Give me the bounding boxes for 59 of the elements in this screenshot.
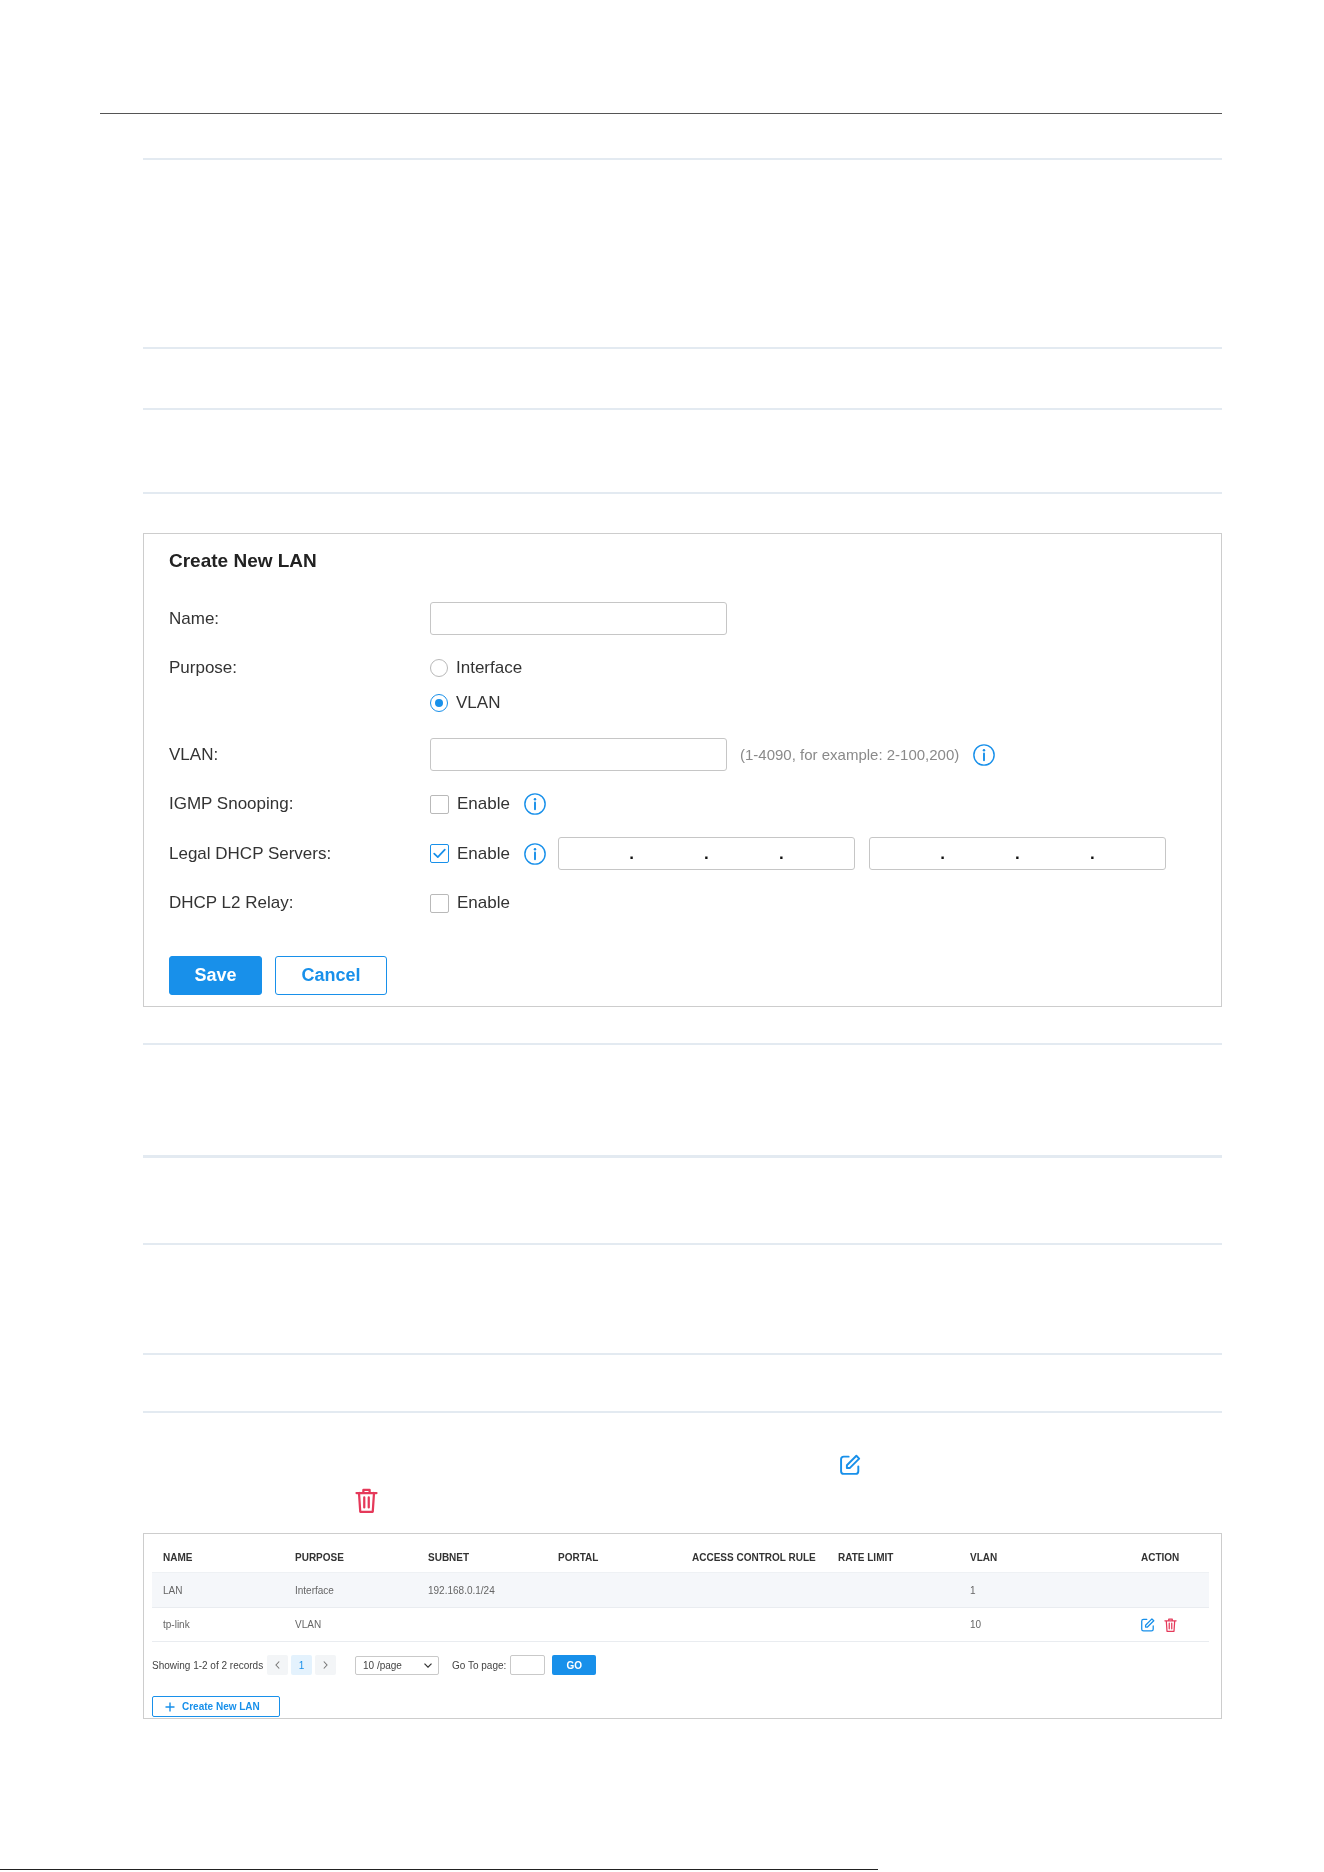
page-button[interactable]: 1 — [291, 1655, 312, 1675]
table-cell: 192.168.0.1/24 — [428, 1584, 495, 1596]
field-label: VLAN: — [169, 745, 219, 764]
checkbox-label: Enable — [457, 793, 510, 815]
field-label: Purpose: — [169, 658, 238, 677]
chevron-left-icon — [275, 1661, 280, 1669]
form-title: Create New LAN — [169, 549, 317, 573]
column-header: ACTION — [1141, 1552, 1180, 1563]
field-label: Legal DHCP Servers: — [169, 843, 332, 863]
goto-label: Go To page: — [452, 1659, 507, 1671]
checkbox-label: Enable — [457, 892, 510, 914]
info-icon[interactable] — [973, 743, 996, 766]
radio-button[interactable] — [430, 659, 448, 677]
plus-icon — [165, 1701, 175, 1712]
column-header: VLAN — [970, 1552, 998, 1563]
chevron-right-icon — [323, 1661, 328, 1669]
info-icon[interactable] — [523, 793, 546, 815]
radio-label: VLAN — [456, 692, 501, 714]
cancel-button[interactable]: Cancel — [275, 956, 387, 995]
table-cell: VLAN — [295, 1619, 322, 1630]
ip-address-field[interactable]: . . . — [557, 837, 855, 870]
ip-address-field[interactable]: . . . — [868, 837, 1166, 870]
table-cell: 10 — [970, 1619, 982, 1630]
column-header: NAME — [163, 1552, 193, 1563]
checkbox-label: Enable — [457, 842, 510, 865]
field-label: Name: — [169, 609, 220, 628]
trash-icon — [355, 1488, 378, 1513]
column-header: PURPOSE — [295, 1552, 344, 1563]
radio-label: Interface — [456, 657, 523, 679]
info-icon[interactable] — [523, 842, 546, 865]
checkbox[interactable] — [430, 794, 449, 814]
next-page-button[interactable] — [315, 1655, 336, 1675]
page-size-select[interactable]: 10 /page — [355, 1655, 439, 1675]
go-button[interactable]: GO — [552, 1655, 597, 1675]
prev-page-button[interactable] — [267, 1655, 288, 1675]
column-header: ACCESS CONTROL RULE — [692, 1552, 816, 1563]
edit-icon — [840, 1454, 861, 1476]
chevron-down-icon — [424, 1662, 432, 1668]
save-button[interactable]: Save — [169, 956, 262, 995]
create-lan-button[interactable]: Create New LAN — [152, 1696, 280, 1717]
field-hint: (1-4090, for example: 2-100,200) — [740, 744, 960, 765]
text-field[interactable] — [430, 738, 727, 771]
record-count: Showing 1-2 of 2 records — [152, 1659, 264, 1671]
table-cell: 1 — [970, 1584, 976, 1596]
edit-icon[interactable] — [1141, 1617, 1155, 1632]
column-header: RATE LIMIT — [838, 1552, 894, 1563]
table-cell: tp-link — [163, 1619, 190, 1630]
page-input[interactable] — [510, 1655, 546, 1675]
field-label: IGMP Snooping: — [169, 794, 294, 813]
column-header: PORTAL — [558, 1552, 599, 1563]
trash-icon[interactable] — [1164, 1617, 1177, 1632]
table-cell: Interface — [295, 1584, 334, 1596]
table-cell: LAN — [163, 1584, 183, 1596]
field-label: DHCP L2 Relay: — [169, 893, 294, 912]
column-header: SUBNET — [428, 1552, 470, 1563]
text-field[interactable] — [430, 602, 727, 635]
checkbox[interactable] — [430, 844, 449, 863]
radio-button[interactable] — [430, 694, 448, 712]
checkbox[interactable] — [430, 893, 449, 913]
